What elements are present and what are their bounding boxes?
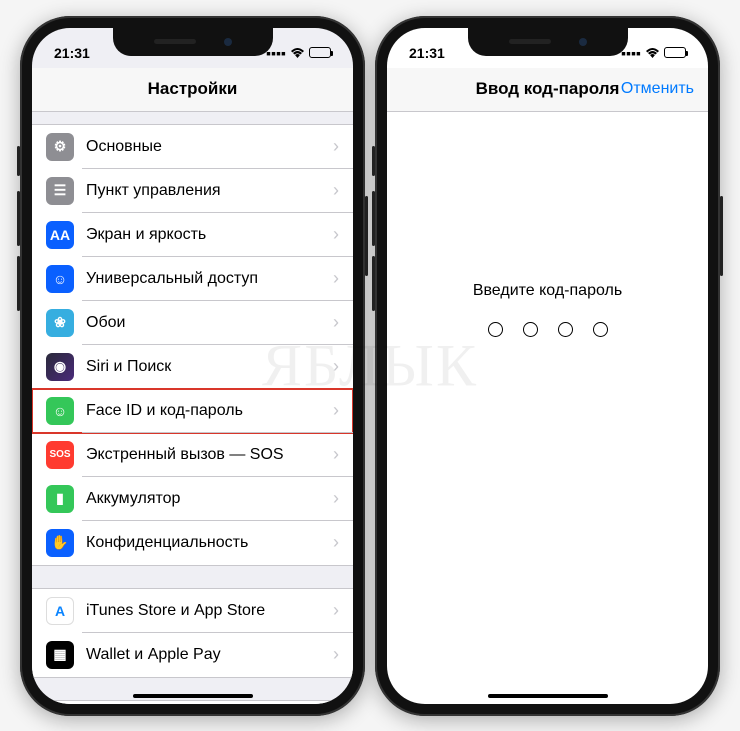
status-icons: ▪▪▪▪ (266, 45, 331, 61)
status-icons: ▪▪▪▪ (621, 45, 686, 61)
row-label: Конфиденциальность (86, 534, 333, 552)
row-label: Пункт управления (86, 182, 333, 200)
notch (468, 28, 628, 56)
chevron-right-icon: › (333, 268, 339, 289)
priv-icon: ✋ (46, 529, 74, 557)
navbar-passcode: Ввод код-пароля Отменить (387, 68, 708, 112)
settings-list[interactable]: ⚙Основные›☰Пункт управления›AAЭкран и яр… (32, 112, 353, 704)
wall-icon: ❀ (46, 309, 74, 337)
chevron-right-icon: › (333, 644, 339, 665)
row-label: Wallet и Apple Pay (86, 646, 333, 664)
page-title: Настройки (148, 79, 238, 99)
wifi-icon (645, 45, 660, 61)
chevron-right-icon: › (333, 180, 339, 201)
passcode-dots (488, 322, 608, 337)
passcode-prompt: Введите код-пароль (473, 282, 622, 300)
chevron-right-icon: › (333, 444, 339, 465)
row-label: Экран и яркость (86, 226, 333, 244)
page-title: Ввод код-пароля (476, 79, 620, 99)
batt-icon: ▮ (46, 485, 74, 513)
passcode-area: Введите код-пароль (387, 112, 708, 704)
battery-icon (664, 47, 686, 58)
row-label: Универсальный доступ (86, 270, 333, 288)
volume-down[interactable] (17, 256, 20, 311)
row-label: Обои (86, 314, 333, 332)
passcode-dot (523, 322, 538, 337)
row-sos[interactable]: SOS Экстренный вызов — SOS› (32, 433, 353, 477)
wifi-icon (290, 45, 305, 61)
wallet-icon: ▦ (46, 641, 74, 669)
volume-up[interactable] (372, 191, 375, 246)
row-wallpaper[interactable]: ❀ Обои› (32, 301, 353, 345)
volume-down[interactable] (372, 256, 375, 311)
row-privacy[interactable]: ✋ Конфиденциальность› (32, 521, 353, 565)
navbar-settings: Настройки (32, 68, 353, 112)
passcode-dot (488, 322, 503, 337)
power-button[interactable] (720, 196, 723, 276)
row-passwords[interactable]: 🔑Пароли и учетные записи› (32, 701, 353, 704)
row-accessibility[interactable]: ☺ Универсальный доступ› (32, 257, 353, 301)
home-indicator[interactable] (133, 694, 253, 698)
sos-icon: SOS (46, 441, 74, 469)
row-battery[interactable]: ▮ Аккумулятор› (32, 477, 353, 521)
power-button[interactable] (365, 196, 368, 276)
status-time: 21:31 (409, 45, 445, 61)
chevron-right-icon: › (333, 224, 339, 245)
notch (113, 28, 273, 56)
chevron-right-icon: › (333, 356, 339, 377)
row-label: Siri и Поиск (86, 358, 333, 376)
row-label: Face ID и код-пароль (86, 402, 333, 420)
home-indicator[interactable] (488, 694, 608, 698)
phone-left: 21:31 ▪▪▪▪ Настройки ⚙Основные›☰Пункт уп… (20, 16, 365, 716)
display-icon: AA (46, 221, 74, 249)
chevron-right-icon: › (333, 400, 339, 421)
volume-up[interactable] (17, 191, 20, 246)
row-general[interactable]: ⚙ Основные› (32, 125, 353, 169)
status-time: 21:31 (54, 45, 90, 61)
passcode-dot (558, 322, 573, 337)
access-icon: ☺ (46, 265, 74, 293)
control-icon: ☰ (46, 177, 74, 205)
chevron-right-icon: › (333, 488, 339, 509)
cancel-button[interactable]: Отменить (621, 80, 694, 98)
row-siri[interactable]: ◉ Siri и Поиск› (32, 345, 353, 389)
itunes-icon: A (46, 597, 74, 625)
chevron-right-icon: › (333, 600, 339, 621)
mute-switch[interactable] (372, 146, 375, 176)
general-icon: ⚙ (46, 133, 74, 161)
row-label: iTunes Store и App Store (86, 602, 333, 620)
row-itunes[interactable]: AiTunes Store и App Store› (32, 589, 353, 633)
row-label: Экстренный вызов — SOS (86, 446, 333, 464)
siri-icon: ◉ (46, 353, 74, 381)
row-label: Основные (86, 138, 333, 156)
row-wallet[interactable]: ▦ Wallet и Apple Pay› (32, 633, 353, 677)
row-label: Аккумулятор (86, 490, 333, 508)
chevron-right-icon: › (333, 532, 339, 553)
chevron-right-icon: › (333, 312, 339, 333)
screen-settings: 21:31 ▪▪▪▪ Настройки ⚙Основные›☰Пункт уп… (32, 28, 353, 704)
screen-passcode: 21:31 ▪▪▪▪ Ввод код-пароля Отменить Введ… (387, 28, 708, 704)
face-icon: ☺ (46, 397, 74, 425)
row-control-center[interactable]: ☰ Пункт управления› (32, 169, 353, 213)
chevron-right-icon: › (333, 136, 339, 157)
battery-icon (309, 47, 331, 58)
passcode-dot (593, 322, 608, 337)
row-face-id[interactable]: ☺ Face ID и код-пароль› (32, 389, 353, 433)
phone-right: 21:31 ▪▪▪▪ Ввод код-пароля Отменить Введ… (375, 16, 720, 716)
mute-switch[interactable] (17, 146, 20, 176)
row-display[interactable]: AA Экран и яркость› (32, 213, 353, 257)
